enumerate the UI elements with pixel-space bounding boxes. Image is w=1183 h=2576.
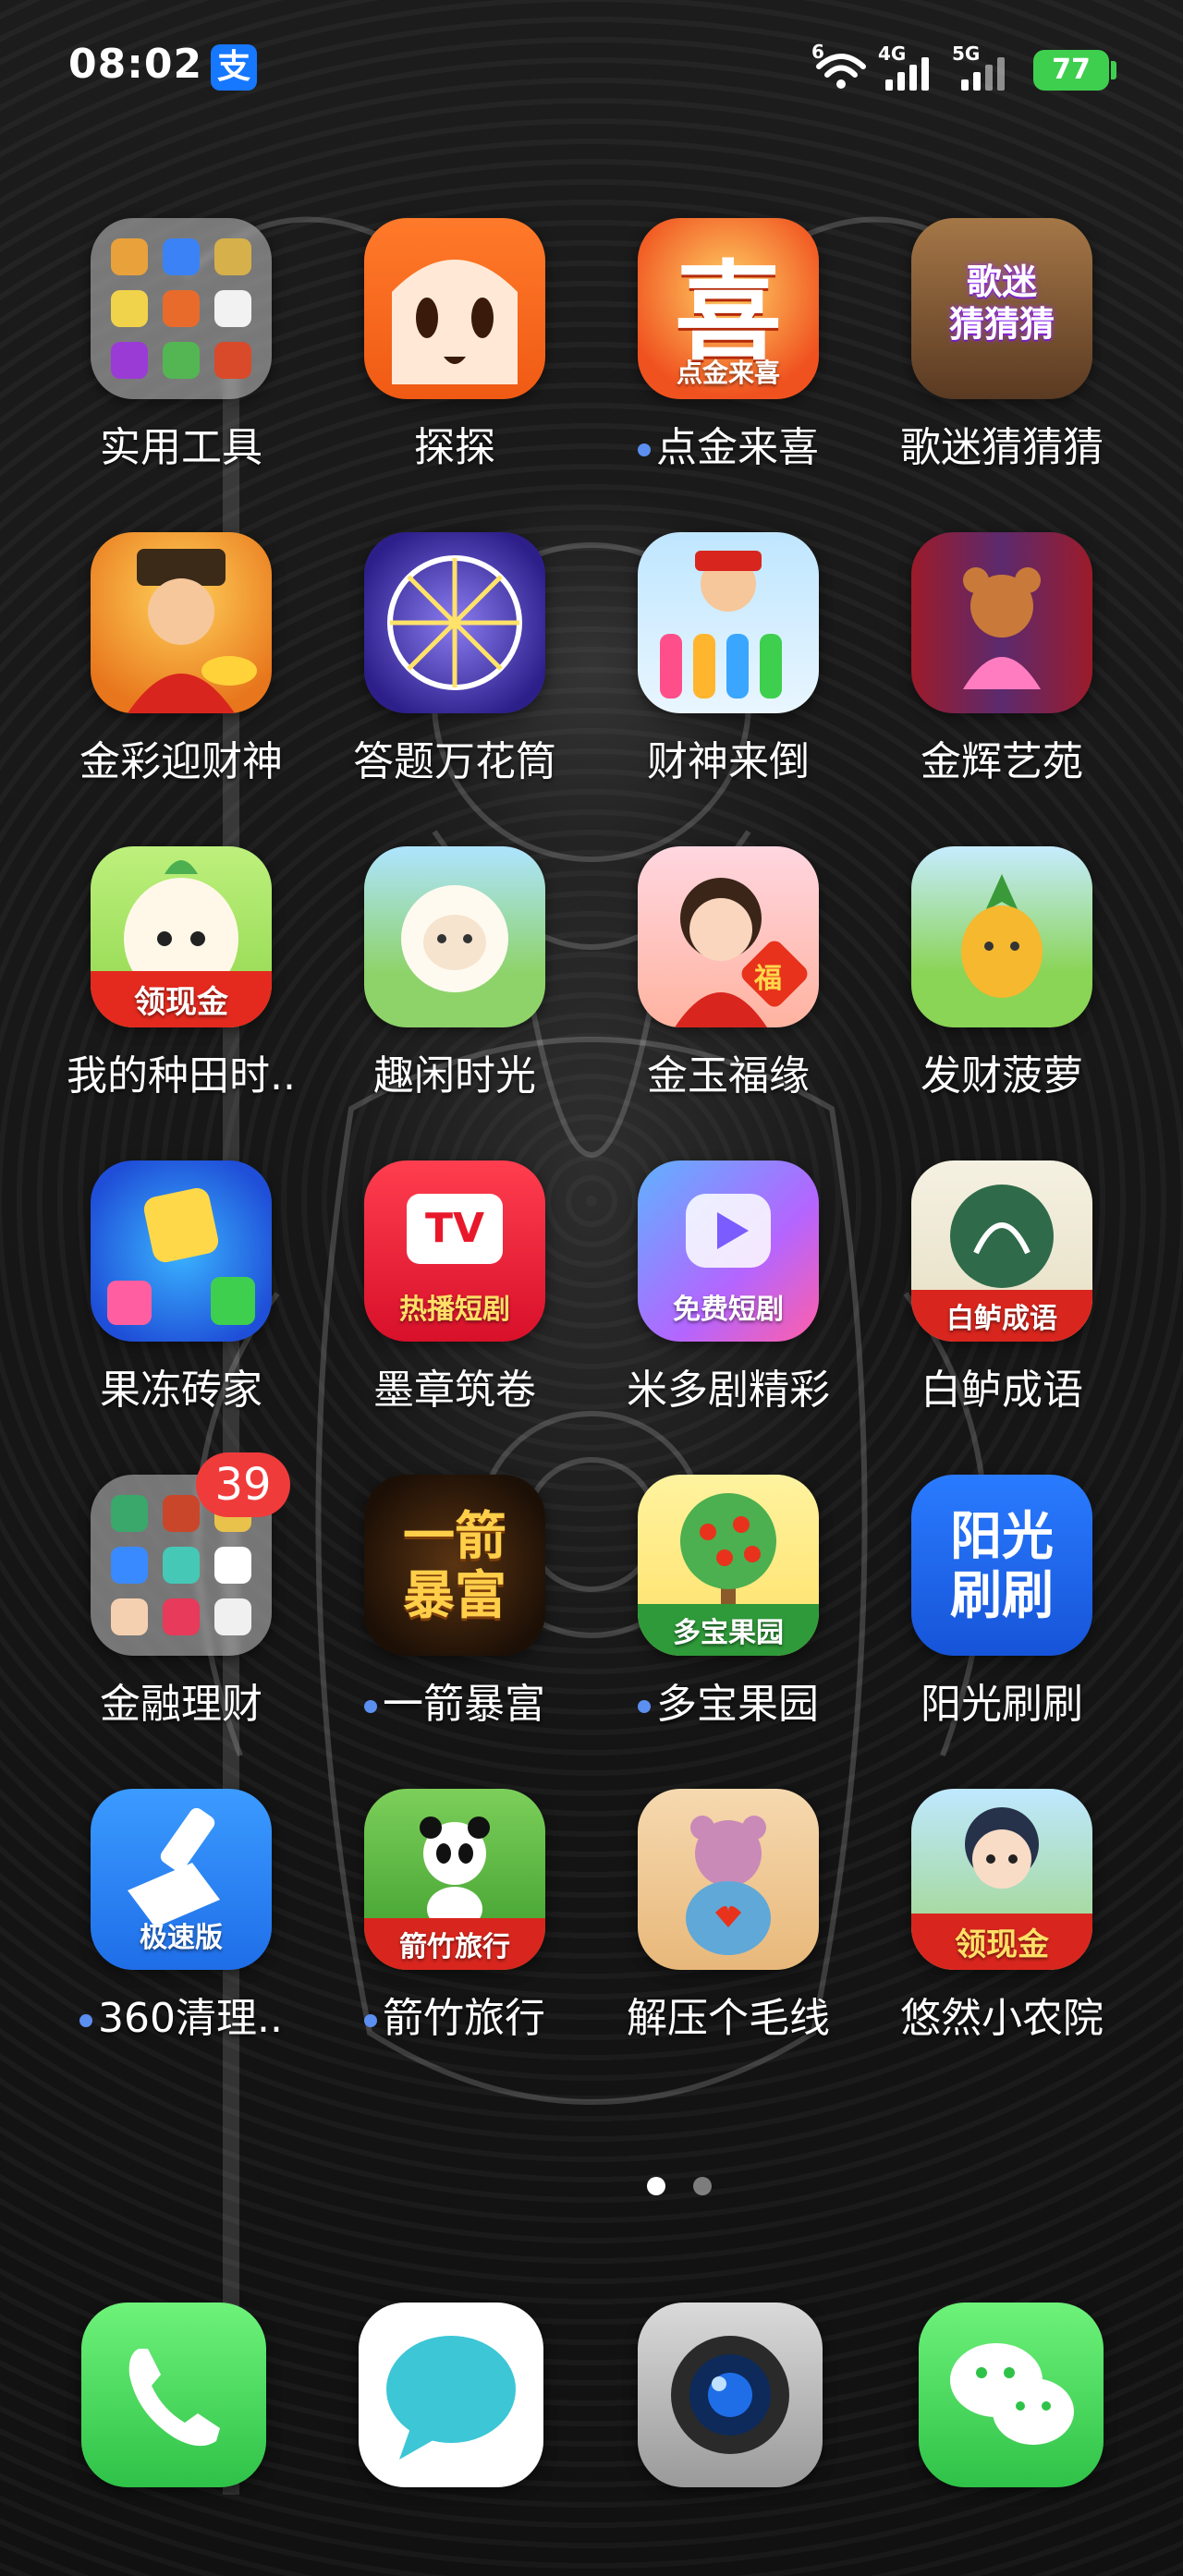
app-label: 悠然小农院 <box>900 1995 1104 2042</box>
arrow-fortune-icon: 一箭 暴富 <box>364 1475 545 1656</box>
app-label: 金辉艺苑 <box>921 738 1083 785</box>
music-guess-icon: 歌迷 猜猜猜 <box>911 218 1092 399</box>
app-label: 白鲈成语 <box>921 1367 1083 1414</box>
alipay-icon: 支 <box>211 44 257 91</box>
caishen-icon <box>91 532 272 713</box>
message-icon <box>386 2336 516 2460</box>
sunshine-icon: 阳光 刷刷 <box>911 1475 1092 1656</box>
notification-badge: 39 <box>196 1452 290 1517</box>
app-label: 金融理财 <box>100 1681 262 1728</box>
app-label: 财神来倒 <box>647 738 810 785</box>
wechat-icon <box>950 2343 1074 2445</box>
app-label: 点金来喜 <box>601 414 856 473</box>
app-label: 箭竹旅行 <box>327 1985 582 2044</box>
play-icon: 免费短剧 <box>638 1160 819 1342</box>
phone-icon <box>128 2349 220 2447</box>
app-label: 墨章筑卷 <box>373 1367 536 1414</box>
status-bar: 08:02 支 6 4G 5G 77 <box>0 0 1183 139</box>
yarn-bear-icon <box>638 1789 819 1970</box>
messages-app[interactable] <box>359 2303 543 2487</box>
app-label: 多宝果园 <box>601 1671 856 1730</box>
battery-icon: 77 <box>1033 50 1109 91</box>
app-label: 我的种田时.. <box>67 1052 296 1100</box>
app-label: 阳光刷刷 <box>921 1681 1083 1728</box>
wechat-app[interactable] <box>919 2303 1104 2487</box>
app-label: 歌迷猜猜猜 <box>900 424 1104 471</box>
new-dot-icon <box>364 1700 377 1713</box>
pineapple-icon <box>911 846 1092 1027</box>
phone-app[interactable] <box>81 2303 266 2487</box>
app-label: 发财菠萝 <box>921 1052 1083 1100</box>
tree-icon: 多宝果园 <box>638 1475 819 1656</box>
app-label: 米多剧精彩 <box>627 1367 830 1414</box>
new-dot-icon <box>638 1700 651 1713</box>
tv-icon: TV 热播短剧 <box>364 1160 545 1342</box>
app-label: 探探 <box>414 424 495 471</box>
app-label: 金彩迎财神 <box>79 738 283 785</box>
xi-icon: 喜 点金来喜 <box>638 218 819 399</box>
kaleidoscope-icon <box>364 532 545 713</box>
idiom-icon: 白鲈成语 <box>911 1160 1092 1342</box>
app-label: 一箭暴富 <box>327 1671 582 1730</box>
app-label: 实用工具 <box>100 424 262 471</box>
bear-stage-icon <box>911 532 1092 713</box>
fu-girl-icon: 福 <box>638 846 819 1027</box>
signal-1-icon <box>885 54 941 91</box>
clock: 08:02 <box>68 41 203 88</box>
jelly-icon <box>91 1160 272 1342</box>
app-label: 360清理.. <box>54 1985 309 2044</box>
fox-icon <box>364 218 545 399</box>
camera-app[interactable] <box>638 2303 823 2487</box>
panda-icon: 箭竹旅行 <box>364 1789 545 1970</box>
new-dot-icon <box>79 2014 93 2027</box>
app-label: 金玉福缘 <box>647 1052 810 1100</box>
new-dot-icon <box>638 444 651 456</box>
camera-icon <box>671 2336 789 2454</box>
radish-icon: 领现金 <box>91 846 272 1027</box>
new-dot-icon <box>364 2014 377 2027</box>
battery-tip <box>1111 61 1116 79</box>
app-label: 解压个毛线 <box>627 1995 830 2042</box>
farm-girl-icon: 领现金 <box>911 1789 1092 1970</box>
broom-icon: 极速版 <box>91 1789 272 1970</box>
page-dot-active[interactable] <box>647 2177 665 2195</box>
wifi-tag: 6 <box>811 41 824 63</box>
app-label: 答题万花筒 <box>353 738 556 785</box>
sheep-icon <box>364 846 545 1027</box>
page-dot[interactable] <box>693 2177 712 2195</box>
signal-2-icon <box>961 54 1017 91</box>
caishen-tubes-icon <box>638 532 819 713</box>
app-label: 趣闲时光 <box>373 1052 536 1100</box>
app-label: 果冻砖家 <box>100 1367 262 1414</box>
folder-icon <box>91 218 272 399</box>
